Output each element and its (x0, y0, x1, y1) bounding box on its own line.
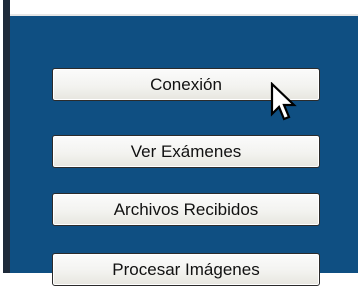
archivos-recibidos-button-label: Archivos Recibidos (113, 199, 259, 219)
procesar-imagenes-button[interactable]: Procesar Imágenes (52, 253, 320, 286)
arrow-cursor-icon (270, 82, 297, 121)
ver-examenes-button-label: Ver Exámenes (130, 141, 242, 161)
procesar-imagenes-button-label: Procesar Imágenes (112, 259, 260, 279)
conexion-button-label: Conexión (150, 74, 222, 94)
side-bar (3, 0, 10, 273)
ver-examenes-button[interactable]: Ver Exámenes (52, 135, 320, 168)
top-input-area (0, 0, 358, 14)
archivos-recibidos-button[interactable]: Archivos Recibidos (52, 193, 320, 226)
